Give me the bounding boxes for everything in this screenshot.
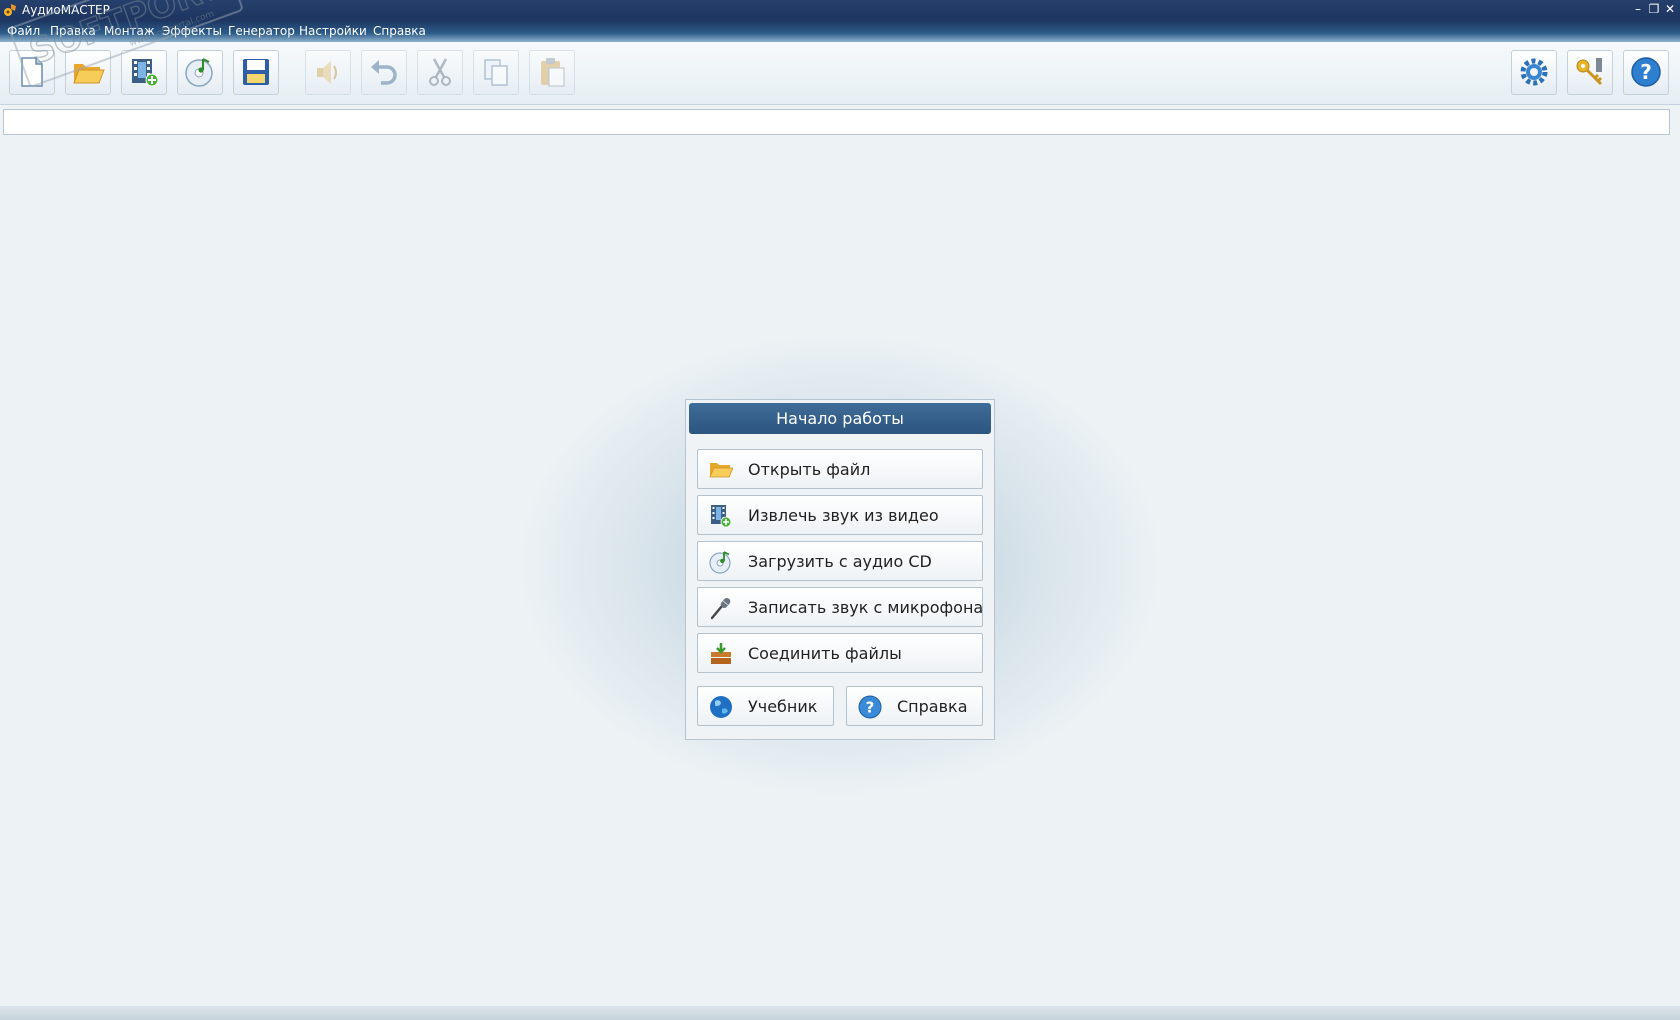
playback-button[interactable] — [305, 50, 351, 95]
svg-text:?: ? — [866, 699, 875, 717]
audio-cd-button[interactable] — [177, 50, 223, 95]
restore-button[interactable]: ❐ — [1646, 1, 1662, 17]
join-files-icon — [711, 643, 731, 664]
menu-bar: Файл Правка Монтаж Эффекты Генератор Нас… — [0, 20, 1680, 42]
keys-icon — [1576, 58, 1603, 86]
load-cd-label: Загрузить с аудио CD — [748, 552, 932, 571]
open-folder-icon — [709, 463, 733, 478]
microphone-icon — [710, 597, 731, 620]
registration-keys-button[interactable] — [1567, 50, 1613, 95]
svg-text:?: ? — [1640, 60, 1652, 84]
status-bar — [0, 1006, 1680, 1020]
settings-button[interactable] — [1511, 50, 1557, 95]
menu-generator[interactable]: Генератор — [228, 24, 295, 38]
menu-settings[interactable]: Настройки — [299, 24, 367, 38]
extract-audio-action[interactable]: Извлечь звук из видео — [697, 495, 983, 535]
help-dialog-button[interactable]: ? Справка — [846, 686, 983, 726]
tutorial-globe-icon — [710, 696, 732, 718]
extract-video-icon — [711, 505, 732, 528]
copy-button[interactable] — [473, 50, 519, 95]
extract-video-icon — [132, 59, 159, 87]
open-file-label: Открыть файл — [748, 460, 871, 479]
tutorial-button[interactable]: Учебник — [697, 686, 834, 726]
speaker-icon — [317, 61, 337, 84]
record-microphone-label: Записать звук с микрофона — [748, 598, 984, 617]
help-label: Справка — [897, 697, 968, 716]
cut-button[interactable] — [417, 50, 463, 95]
open-file-action[interactable]: Открыть файл — [697, 449, 983, 489]
close-button[interactable]: ✕ — [1662, 1, 1678, 17]
save-button[interactable] — [233, 50, 279, 95]
menu-help[interactable]: Справка — [373, 24, 426, 38]
dialog-title: Начало работы — [689, 403, 991, 434]
join-files-label: Соединить файлы — [748, 644, 902, 663]
undo-button[interactable] — [361, 50, 407, 95]
paste-button[interactable] — [529, 50, 575, 95]
audio-cd-icon — [185, 58, 213, 87]
cut-icon — [429, 58, 451, 86]
extract-audio-label: Извлечь звук из видео — [748, 506, 939, 525]
load-cd-action[interactable]: Загрузить с аудио CD — [697, 541, 983, 581]
join-files-action[interactable]: Соединить файлы — [697, 633, 983, 673]
minimize-button[interactable]: – — [1630, 1, 1646, 17]
help-icon: ? — [858, 695, 882, 719]
title-bar: АудиоМАСТЕР – ❐ ✕ — [0, 0, 1680, 20]
help-icon: ? — [1631, 57, 1661, 87]
copy-icon — [484, 59, 508, 86]
record-microphone-action[interactable]: Записать звук с микрофона — [697, 587, 983, 627]
paste-icon — [541, 58, 565, 87]
settings-icon — [1520, 58, 1548, 86]
undo-icon — [371, 60, 397, 85]
toolbar: ? — [0, 42, 1680, 105]
save-icon — [243, 59, 269, 85]
start-dialog: Начало работы Открыть файл Извлечь звук … — [685, 399, 995, 740]
tutorial-label: Учебник — [748, 697, 818, 716]
help-toolbar-button[interactable]: ? — [1623, 50, 1669, 95]
audio-cd-icon — [709, 551, 731, 574]
path-field[interactable] — [3, 109, 1670, 135]
